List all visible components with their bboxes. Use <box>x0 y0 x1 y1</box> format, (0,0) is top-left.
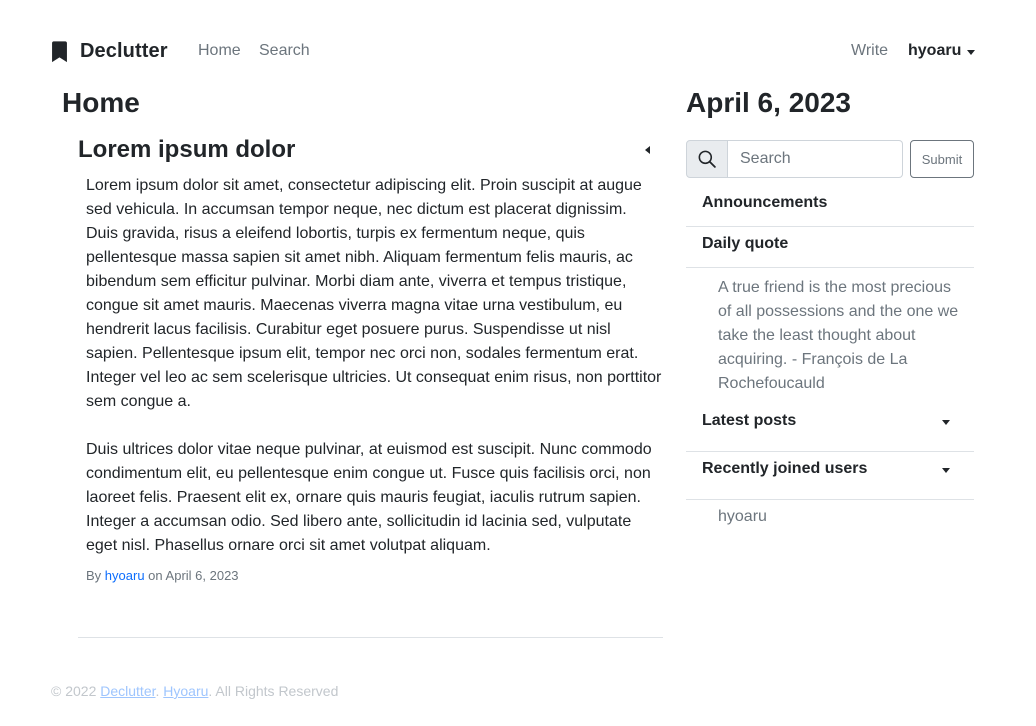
footer: © 2022 Declutter. Hyoaru. All Rights Res… <box>51 683 338 699</box>
nav-home-link[interactable]: Home <box>198 42 241 60</box>
sidebar-divider <box>686 226 974 227</box>
navbar: Declutter Home Search Write hyoaru <box>0 0 1036 104</box>
footer-declutter-link[interactable]: Declutter <box>100 683 155 699</box>
daily-quote-label: Daily quote <box>702 235 789 252</box>
announcements-header: Announcements <box>686 194 974 212</box>
nav-write-link[interactable]: Write <box>851 42 888 60</box>
submit-button[interactable]: Submit <box>910 140 974 178</box>
latest-posts-header: Latest posts <box>686 412 974 430</box>
nav-search-link[interactable]: Search <box>259 42 310 60</box>
user-menu-dropdown[interactable]: hyoaru <box>908 42 976 60</box>
daily-quote-text: A true friend is the most precious of al… <box>718 279 959 392</box>
post-paragraph: Duis ultrices dolor vitae neque pulvinar… <box>86 441 652 554</box>
search-input[interactable] <box>728 140 903 178</box>
sidebar-divider <box>686 267 974 268</box>
footer-rights: . All Rights Reserved <box>208 683 339 699</box>
daily-quote-section[interactable]: Daily quote <box>686 235 974 253</box>
caret-left-icon[interactable] <box>645 146 650 154</box>
post-paragraph: Lorem ipsum dolor sit amet, consectetur … <box>86 177 662 410</box>
footer-copyright: © 2022 <box>51 683 97 699</box>
post-header[interactable]: Lorem ipsum dolor <box>78 132 663 168</box>
sidebar-date: April 6, 2023 <box>686 87 851 118</box>
post-divider <box>78 637 663 638</box>
latest-posts-label: Latest posts <box>702 412 797 429</box>
post-author-link[interactable]: hyoaru <box>105 568 145 583</box>
recent-users-section[interactable]: Recently joined users <box>686 460 974 478</box>
post-meta-on: on <box>148 568 163 583</box>
latest-posts-section[interactable]: Latest posts <box>686 412 974 430</box>
search-icon <box>686 140 728 178</box>
post-meta-by: By <box>86 568 102 583</box>
recent-user-item[interactable]: hyoaru <box>718 508 767 526</box>
post-body: Lorem ipsum dolor sit amet, consectetur … <box>78 174 663 558</box>
caret-down-icon <box>942 419 950 425</box>
search-group <box>686 140 903 178</box>
bookmark-icon <box>52 40 67 62</box>
page-title: Home <box>62 87 140 118</box>
post-meta: By hyoaru on April 6, 2023 <box>78 568 663 583</box>
sidebar-divider <box>686 451 974 452</box>
user-menu-label: hyoaru <box>908 42 962 59</box>
post-title: Lorem ipsum dolor <box>78 136 296 163</box>
daily-quote-header: Daily quote <box>686 235 974 253</box>
recent-users-header: Recently joined users <box>686 460 974 478</box>
footer-hyoaru-link[interactable]: Hyoaru <box>163 683 208 699</box>
brand-link[interactable]: Declutter <box>51 40 168 63</box>
announcements-label: Announcements <box>702 194 828 211</box>
caret-down-icon <box>942 467 950 473</box>
recent-users-label: Recently joined users <box>702 460 868 477</box>
sidebar-divider <box>686 499 974 500</box>
announcements-section[interactable]: Announcements <box>686 194 974 212</box>
footer-separator: . <box>155 683 160 699</box>
brand-name: Declutter <box>80 40 168 62</box>
caret-down-icon <box>967 49 976 55</box>
post-date: April 6, 2023 <box>165 568 239 583</box>
post-card: Lorem ipsum dolor Lorem ipsum dolor sit … <box>78 132 663 583</box>
